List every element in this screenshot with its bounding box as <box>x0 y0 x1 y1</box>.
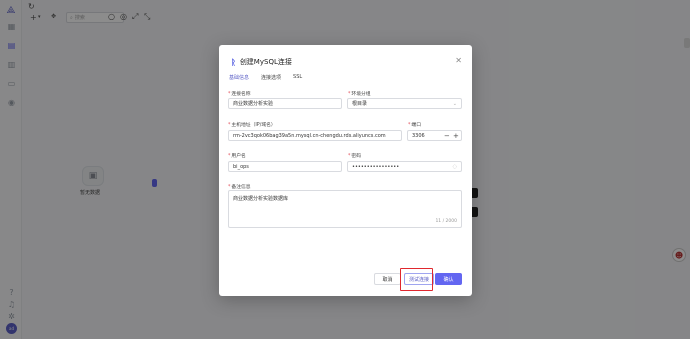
env-group-select[interactable]: 根目录 ⌄ <box>347 98 462 109</box>
username-field[interactable]: bi_ops <box>228 161 342 172</box>
dialog-title-text: 创建MySQL连接 <box>239 58 292 66</box>
conn-name-field[interactable]: 商业数据分析实验 <box>228 98 342 109</box>
cancel-button[interactable]: 取消 <box>374 273 401 285</box>
minus-icon[interactable]: − <box>444 131 450 141</box>
eye-off-icon[interactable]: ◌ <box>453 164 457 170</box>
char-counter: 11 / 2000 <box>435 219 457 224</box>
remark-textarea[interactable]: 商业数据分析实验数据库 11 / 2000 <box>228 190 462 228</box>
host-field[interactable]: rm-2vc3qok06bag39a5n.mysql.cn-chengdu.rd… <box>228 130 402 141</box>
host-label: *主机地址（IP/域名） <box>228 123 276 128</box>
dialog-tabs: 基础信息 连接选项 SSL <box>229 74 302 83</box>
env-group-label: *环境分组 <box>348 92 371 97</box>
tab-ssl[interactable]: SSL <box>293 74 302 83</box>
password-label: *密码 <box>348 154 362 159</box>
password-field[interactable]: •••••••••••••••• ◌ <box>347 161 462 172</box>
chevron-down-icon: ⌄ <box>452 100 457 107</box>
plus-icon[interactable]: + <box>453 131 459 141</box>
username-label: *用户名 <box>228 154 246 159</box>
highlight-box <box>400 268 433 291</box>
port-label: *端口 <box>408 123 422 128</box>
tab-connection-options[interactable]: 连接选项 <box>261 74 281 83</box>
dialog-title: ᚱ 创建MySQL连接 <box>231 57 292 67</box>
create-mysql-connection-dialog: ᚱ 创建MySQL连接 ✕ 基础信息 连接选项 SSL *连接名称 商业数据分析… <box>219 45 472 296</box>
port-stepper[interactable]: 3306 − + <box>407 130 462 141</box>
close-icon[interactable]: ✕ <box>455 56 462 65</box>
confirm-button[interactable]: 确认 <box>435 273 462 285</box>
conn-name-label: *连接名称 <box>228 92 251 97</box>
mysql-icon: ᚱ <box>231 57 236 67</box>
tab-basic[interactable]: 基础信息 <box>229 74 249 83</box>
remark-label: *备注信息 <box>228 185 251 190</box>
